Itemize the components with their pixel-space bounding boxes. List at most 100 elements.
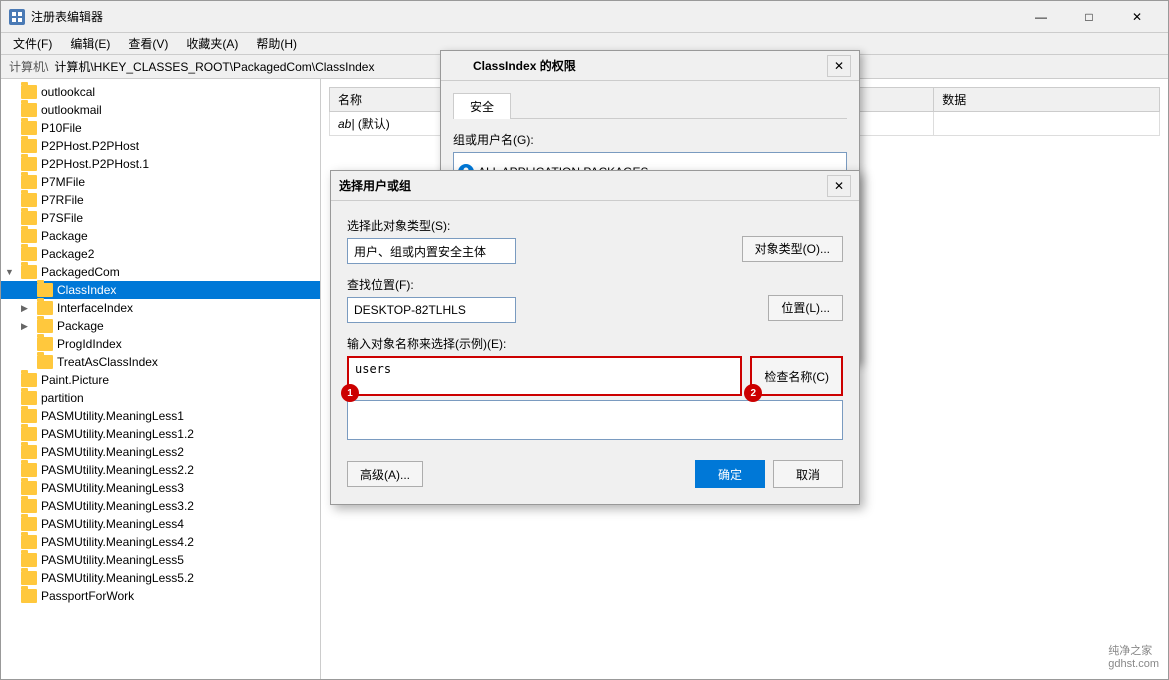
folder-icon	[21, 103, 37, 117]
tree-label: Paint.Picture	[41, 373, 109, 387]
sidebar-item-package[interactable]: Package	[1, 227, 320, 245]
sidebar-item-p7sfile[interactable]: P7SFile	[1, 209, 320, 227]
expand-arrow	[5, 177, 21, 187]
tree-label: P7SFile	[41, 211, 83, 225]
sidebar-item-progidindex[interactable]: ProgIdIndex	[1, 335, 320, 353]
location-section: 查找位置(F):	[347, 276, 760, 323]
object-type-button[interactable]: 对象类型(O)...	[742, 236, 843, 262]
sidebar-item-p2phost1[interactable]: P2PHost.P2PHost.1	[1, 155, 320, 173]
expand-arrow: ▶	[21, 303, 37, 314]
object-type-section: 选择此对象类型(S):	[347, 217, 734, 264]
folder-icon	[21, 139, 37, 153]
check-name-button[interactable]: 检查名称(C)	[750, 356, 843, 396]
folder-icon	[37, 355, 53, 369]
folder-icon	[21, 211, 37, 225]
tree-label: PASMUtility.MeaningLess5	[41, 553, 184, 567]
sidebar-item-package2[interactable]: Package2	[1, 245, 320, 263]
tree-label: PassportForWork	[41, 589, 134, 603]
sidebar-item-passportforwork[interactable]: PassportForWork	[1, 587, 320, 605]
expand-arrow	[5, 537, 21, 547]
expand-arrow	[5, 87, 21, 97]
folder-icon	[21, 517, 37, 531]
classindex-title: ClassIndex 的权限	[473, 57, 576, 74]
sidebar-item-pasm3[interactable]: PASMUtility.MeaningLess3	[1, 479, 320, 497]
menu-view[interactable]: 查看(V)	[120, 33, 176, 54]
sidebar-item-pasm12[interactable]: PASMUtility.MeaningLess1.2	[1, 425, 320, 443]
tree-label: PASMUtility.MeaningLess1.2	[41, 427, 194, 441]
expand-arrow	[5, 411, 21, 421]
sidebar-item-paintpicture[interactable]: Paint.Picture	[1, 371, 320, 389]
folder-icon	[21, 589, 37, 603]
folder-icon	[37, 337, 53, 351]
name-result-input[interactable]	[347, 400, 843, 440]
sidebar-item-pasm32[interactable]: PASMUtility.MeaningLess3.2	[1, 497, 320, 515]
advanced-button[interactable]: 高级(A)...	[347, 461, 423, 487]
folder-icon	[21, 85, 37, 99]
sidebar-item-pasm22[interactable]: PASMUtility.MeaningLess2.2	[1, 461, 320, 479]
location-row: 查找位置(F): 位置(L)...	[347, 276, 843, 323]
expand-arrow	[5, 447, 21, 457]
ok-button[interactable]: 确定	[695, 460, 765, 488]
sidebar-item-pasm2[interactable]: PASMUtility.MeaningLess2	[1, 443, 320, 461]
folder-icon	[21, 499, 37, 513]
location-button[interactable]: 位置(L)...	[768, 295, 843, 321]
classindex-close-button[interactable]: ✕	[827, 55, 851, 77]
tab-security[interactable]: 安全	[453, 93, 511, 119]
tree-label: Package	[41, 229, 88, 243]
sidebar-item-pasm1[interactable]: PASMUtility.MeaningLess1	[1, 407, 320, 425]
folder-icon	[21, 463, 37, 477]
menu-favorites[interactable]: 收藏夹(A)	[178, 33, 246, 54]
name-search-input[interactable]: users	[347, 356, 742, 396]
maximize-button[interactable]: □	[1066, 3, 1112, 31]
close-button[interactable]: ✕	[1114, 3, 1160, 31]
expand-arrow	[5, 393, 21, 403]
menu-file[interactable]: 文件(F)	[5, 33, 60, 54]
object-type-row: 选择此对象类型(S): 对象类型(O)...	[347, 217, 843, 264]
folder-icon	[37, 283, 53, 297]
sidebar-item-interfaceindex[interactable]: ▶ InterfaceIndex	[1, 299, 320, 317]
location-input[interactable]	[347, 297, 516, 323]
select-user-title-left: 选择用户或组	[339, 177, 411, 194]
sidebar-item-pasm52[interactable]: PASMUtility.MeaningLess5.2	[1, 569, 320, 587]
sidebar-item-p2phost[interactable]: P2PHost.P2PHost	[1, 137, 320, 155]
tree-label: Package2	[41, 247, 94, 261]
folder-icon	[21, 391, 37, 405]
sidebar-item-p10file[interactable]: P10File	[1, 119, 320, 137]
address-label: 计算机\	[9, 58, 48, 75]
expand-arrow	[5, 591, 21, 601]
folder-icon	[37, 319, 53, 333]
cancel-button[interactable]: 取消	[773, 460, 843, 488]
tree-label: InterfaceIndex	[57, 301, 133, 315]
expand-arrow	[5, 573, 21, 583]
sidebar-item-packagedcom[interactable]: ▼ PackagedCom	[1, 263, 320, 281]
sidebar-item-pasm5[interactable]: PASMUtility.MeaningLess5	[1, 551, 320, 569]
menu-edit[interactable]: 编辑(E)	[62, 33, 118, 54]
sidebar-item-classindex[interactable]: ClassIndex	[1, 281, 320, 299]
sidebar-item-partition[interactable]: partition	[1, 389, 320, 407]
sidebar-item-pasm4[interactable]: PASMUtility.MeaningLess4	[1, 515, 320, 533]
sidebar-item-treatasclassindex[interactable]: TreatAsClassIndex	[1, 353, 320, 371]
sidebar-item-pasm42[interactable]: PASMUtility.MeaningLess4.2	[1, 533, 320, 551]
sidebar-item-p7rfile[interactable]: P7RFile	[1, 191, 320, 209]
minimize-button[interactable]: —	[1018, 3, 1064, 31]
object-type-input[interactable]	[347, 238, 516, 264]
name-input-label: 输入对象名称来选择(示例)(E):	[347, 335, 843, 352]
folder-icon	[21, 553, 37, 567]
cell-data	[934, 112, 1160, 136]
folder-icon	[21, 121, 37, 135]
select-user-close-button[interactable]: ✕	[827, 175, 851, 197]
sidebar-item-package-child[interactable]: ▶ Package	[1, 317, 320, 335]
folder-icon	[21, 571, 37, 585]
sidebar-item-p7mfile[interactable]: P7MFile	[1, 173, 320, 191]
tree-label: P2PHost.P2PHost.1	[41, 157, 149, 171]
sidebar-item-outlookcal[interactable]: outlookcal	[1, 83, 320, 101]
name-input-area: users 1 检查名称(C) 2	[347, 356, 843, 396]
expand-arrow: ▼	[5, 267, 21, 277]
tree-label: P7RFile	[41, 193, 84, 207]
object-type-btn-wrapper: 对象类型(O)...	[742, 236, 843, 262]
menu-help[interactable]: 帮助(H)	[248, 33, 305, 54]
tree-label: P2PHost.P2PHost	[41, 139, 139, 153]
bottom-buttons: 高级(A)... 确定 取消	[347, 452, 843, 488]
address-path: 计算机\HKEY_CLASSES_ROOT\PackagedCom\ClassI…	[54, 58, 374, 75]
sidebar-item-outlookmail[interactable]: outlookmail	[1, 101, 320, 119]
